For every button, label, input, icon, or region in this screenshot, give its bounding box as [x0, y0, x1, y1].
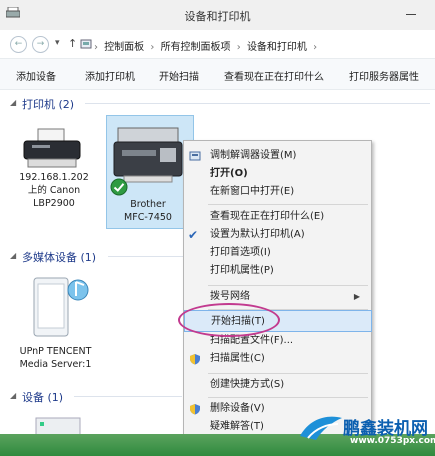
media-server-icon[interactable] [28, 272, 94, 340]
title-bar: 设备和打印机 [0, 0, 435, 31]
context-menu: 调制解调器设置(M) 打开(O) 在新窗口中打开(E) 查看现在正在打印什么(E… [183, 140, 372, 442]
see-printing-button[interactable]: 查看现在正在打印什么 [224, 68, 324, 83]
section-divider [85, 103, 430, 104]
device-icon[interactable] [30, 410, 90, 436]
up-arrow-icon[interactable]: ↑ [68, 37, 77, 50]
collapse-multimedia-icon[interactable]: ◢ [10, 251, 16, 260]
breadcrumb-control-panel[interactable]: 控制面板 [104, 42, 144, 53]
checkmark-icon: ✔ [188, 228, 199, 242]
menu-separator [208, 204, 368, 205]
forward-button[interactable]: → [32, 36, 49, 53]
section-divider [108, 256, 183, 257]
address-bar: ← → ▾ ↑ › 控制面板 › 所有控制面板项 › 设备和打印机 › [0, 30, 435, 58]
back-button[interactable]: ← [10, 36, 27, 53]
start-scan-button[interactable]: 开始扫描 [159, 68, 199, 83]
shield-icon [190, 354, 200, 365]
brother-printer-icon[interactable] [112, 122, 184, 184]
breadcrumb-all-items[interactable]: 所有控制面板项 [161, 42, 231, 53]
control-panel-icon [80, 39, 92, 49]
collapse-devices-icon[interactable]: ◢ [10, 391, 16, 400]
printers-section-title[interactable]: 打印机 (2) [22, 96, 74, 112]
highlight-ring [178, 303, 280, 337]
add-device-button[interactable]: 添加设备 [16, 68, 56, 83]
watermark-url: www.0753px.com [350, 436, 435, 446]
media-server-label: UPnP TENCENT Media Server:1 [19, 346, 92, 370]
devices-section-title[interactable]: 设备 (1) [22, 389, 63, 405]
print-server-properties-button[interactable]: 打印服务器属性 [349, 68, 419, 83]
brother-printer-label: Brother MFC-7450 [124, 199, 172, 223]
forward-arrow-icon: → [36, 39, 45, 49]
shield-icon [190, 404, 200, 415]
default-checkmark-icon [110, 178, 128, 196]
breadcrumb: › 控制面板 › 所有控制面板项 › 设备和打印机 › [94, 42, 318, 53]
submenu-arrow-icon: ▶ [353, 292, 360, 301]
breadcrumb-devices-printers[interactable]: 设备和打印机 [247, 42, 307, 53]
back-arrow-icon: ← [14, 39, 23, 49]
section-divider [74, 396, 182, 397]
canon-printer-icon[interactable] [20, 125, 84, 171]
command-bar: 添加设备 添加打印机 开始扫描 查看现在正在打印什么 打印服务器属性 [0, 58, 435, 90]
window-title: 设备和打印机 [184, 10, 251, 23]
canon-printer-label: 192.168.1.202 上的 Canon LBP2900 [19, 172, 89, 209]
menu-create-shortcut[interactable]: 创建快捷方式(S) [184, 374, 370, 396]
add-printer-button[interactable]: 添加打印机 [85, 68, 135, 83]
menu-open-new-window[interactable]: 在新窗口中打开(E) [184, 181, 370, 203]
menu-scan-properties[interactable]: 扫描属性(C) [184, 348, 370, 370]
history-dropdown-icon[interactable]: ▾ [55, 38, 60, 48]
multimedia-section-title[interactable]: 多媒体设备 (1) [22, 249, 96, 265]
menu-printer-properties[interactable]: 打印机属性(P) [184, 260, 370, 282]
modem-settings-icon [189, 151, 201, 161]
minimize-button[interactable] [401, 4, 421, 22]
watermark-logo [300, 416, 342, 440]
collapse-printers-icon[interactable]: ◢ [10, 98, 16, 107]
